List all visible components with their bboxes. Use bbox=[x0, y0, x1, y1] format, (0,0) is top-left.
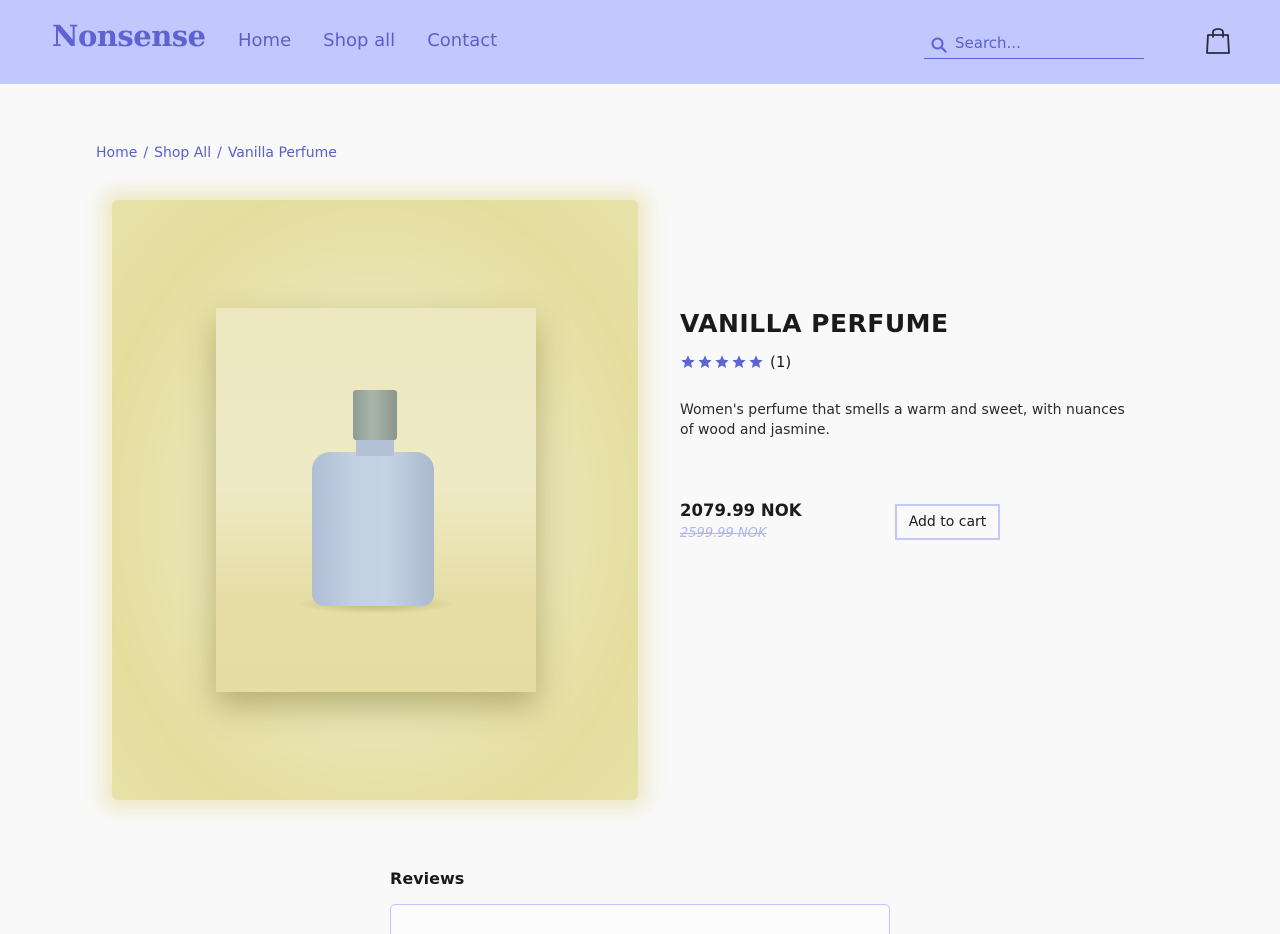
product-image[interactable] bbox=[216, 308, 536, 692]
product-price: 2079.99 NOK bbox=[680, 501, 802, 520]
perfume-bottle-neck bbox=[356, 438, 394, 456]
rating-count: (1) bbox=[770, 353, 792, 371]
perfume-bottle-body bbox=[312, 452, 434, 606]
breadcrumb-current[interactable]: Vanilla Perfume bbox=[228, 145, 337, 161]
search-bar bbox=[924, 28, 1144, 59]
star-icon bbox=[714, 354, 730, 370]
product-description: Women's perfume that smells a warm and s… bbox=[680, 402, 1125, 438]
shopping-bag-icon[interactable] bbox=[1204, 25, 1232, 55]
star-icon bbox=[697, 354, 713, 370]
product-rating: (1) bbox=[680, 353, 791, 371]
nav-shop-all-link[interactable]: Shop all bbox=[323, 30, 395, 51]
main-nav: Home Shop all Contact bbox=[238, 30, 497, 51]
perfume-bottle-cap bbox=[353, 390, 397, 440]
product-old-price: 2599.99 NOK bbox=[680, 526, 767, 541]
product-title: VANILLA PERFUME bbox=[680, 309, 949, 338]
site-header: Nonsense Home Shop all Contact bbox=[0, 0, 1280, 84]
site-logo[interactable]: Nonsense bbox=[52, 19, 206, 53]
nav-home-link[interactable]: Home bbox=[238, 30, 291, 51]
reviews-heading: Reviews bbox=[390, 869, 465, 888]
reviews-list bbox=[390, 904, 890, 934]
add-to-cart-button[interactable]: Add to cart bbox=[895, 504, 1000, 540]
star-icon bbox=[748, 354, 764, 370]
star-icon bbox=[731, 354, 747, 370]
search-icon[interactable] bbox=[926, 32, 952, 58]
breadcrumb: Home / Shop All / Vanilla Perfume bbox=[96, 145, 337, 161]
breadcrumb-shop-all[interactable]: Shop All bbox=[154, 145, 211, 161]
breadcrumb-separator: / bbox=[143, 145, 149, 161]
breadcrumb-home[interactable]: Home bbox=[96, 145, 137, 161]
search-input[interactable] bbox=[955, 34, 1140, 52]
star-icon bbox=[680, 354, 696, 370]
nav-contact-link[interactable]: Contact bbox=[427, 30, 497, 51]
breadcrumb-separator: / bbox=[217, 145, 222, 161]
